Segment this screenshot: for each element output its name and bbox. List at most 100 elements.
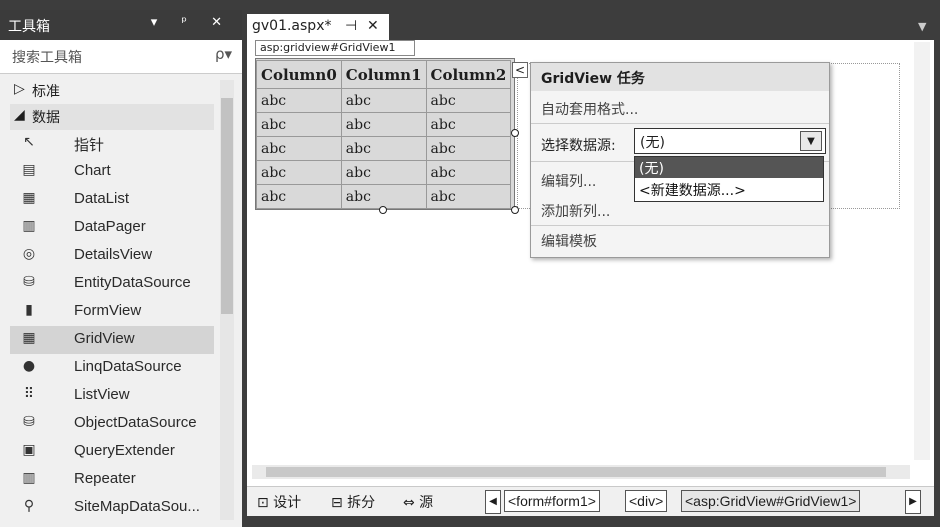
source-view-button[interactable]: ⇔ 源 (403, 492, 433, 512)
chevron-down-icon[interactable]: ▼ (800, 131, 822, 151)
toolbox-window-buttons[interactable]: ▾ ᵖ ✕ (151, 15, 232, 30)
edit-columns-link[interactable]: 编辑列... (541, 171, 596, 191)
column-header: Column0 (256, 60, 342, 89)
resize-handle-right[interactable] (511, 129, 519, 137)
table-cell: abc (340, 112, 427, 137)
table-row: abc abc abc (256, 160, 512, 185)
repeater-icon: ▥ (22, 470, 36, 486)
table-row: abc abc abc (256, 184, 512, 209)
toolbox-search-placeholder: 搜索工具箱 (12, 50, 82, 66)
formview-icon: ▮ (25, 302, 33, 318)
tab-label: gv01.aspx* (252, 18, 332, 34)
table-row: abc abc abc (256, 112, 512, 137)
listview-icon: ⠿ (23, 386, 35, 402)
choose-datasource-label: 选择数据源: (541, 138, 616, 154)
group-standard[interactable]: ▷ 标准 (10, 78, 214, 104)
table-cell: abc (256, 88, 342, 113)
datasource-selected-value: (无) (640, 135, 665, 151)
smart-tag-button[interactable]: < (512, 62, 528, 78)
column-header: Column2 (425, 60, 512, 89)
table-cell: abc (256, 136, 342, 161)
table-row: abc abc abc (256, 88, 512, 113)
toolbox-panel: 工具箱 ▾ ᵖ ✕ 搜索工具箱 ρ▾ ▷ 标准 ◢ 数据 ↖ 指针 ▤ Chart … (0, 10, 242, 527)
auto-format-link[interactable]: 自动套用格式... (541, 99, 638, 119)
toolbox-item-formview[interactable]: ▮ FormView (10, 298, 214, 326)
table-cell: abc (340, 136, 427, 161)
add-column-link[interactable]: 添加新列... (541, 201, 610, 221)
table-cell: abc (256, 184, 342, 209)
toolbox-item-label: DataPager (74, 218, 146, 235)
linq-icon: ● (22, 358, 36, 374)
search-icon[interactable]: ρ▾ (215, 45, 232, 63)
chart-icon: ▤ (22, 162, 36, 178)
toolbox-item-datapager[interactable]: ▥ DataPager (10, 214, 214, 242)
toolbox-item-chart[interactable]: ▤ Chart (10, 158, 214, 186)
toolbox-item-datalist[interactable]: ▦ DataList (10, 186, 214, 214)
toolbox-item-pointer[interactable]: ↖ 指针 (10, 130, 214, 158)
toolbox-item-label: Repeater (74, 470, 136, 487)
gridview-table[interactable]: Column0 Column1 Column2 abc abc abc abc … (256, 60, 512, 209)
tab-gv01-aspx[interactable]: gv01.aspx* ⊣ ✕ (247, 14, 389, 40)
close-icon[interactable]: ✕ (367, 18, 379, 34)
toolbox-item-queryextender[interactable]: ▣ QueryExtender (10, 438, 214, 466)
datasource-icon: ⛁ (23, 414, 35, 430)
control-tag-text: asp:gridview#GridView1 (260, 41, 396, 54)
group-data[interactable]: ◢ 数据 (10, 104, 214, 130)
toolbox-item-sitemapdatasource[interactable]: ⚲ SiteMapDataSou... (10, 494, 214, 522)
queryextender-icon: ▣ (22, 442, 36, 458)
resize-handle-bottom[interactable] (379, 206, 387, 214)
datasource-icon: ⛁ (23, 274, 35, 290)
tab-dropdown-icon[interactable]: ▼ (918, 20, 926, 33)
toolbox-item-repeater[interactable]: ▥ Repeater (10, 466, 214, 494)
detailsview-icon: ◎ (22, 246, 36, 262)
group-standard-label: 标准 (32, 84, 60, 100)
toolbox-item-label: GridView (74, 330, 135, 347)
left-arrow-icon[interactable]: ◀ (485, 490, 501, 514)
collapse-icon: ◢ (14, 107, 25, 123)
toolbox-search-input[interactable]: 搜索工具箱 ρ▾ (0, 40, 242, 74)
datasource-option-new[interactable]: <新建数据源...> (635, 179, 823, 200)
toolbox-item-label: LinqDataSource (74, 358, 182, 375)
toolbox-item-listview[interactable]: ⠿ ListView (10, 382, 214, 410)
column-header: Column1 (340, 60, 427, 89)
crumb-div[interactable]: <div> (625, 490, 668, 512)
divider (531, 225, 829, 226)
tasks-title: GridView 任务 (541, 71, 645, 87)
pin-icon[interactable]: ⊣ (345, 18, 357, 34)
edit-templates-link[interactable]: 编辑模板 (541, 231, 597, 251)
table-cell: abc (425, 160, 512, 185)
datasource-option-none[interactable]: (无) (635, 157, 823, 178)
sitemap-icon: ⚲ (23, 498, 35, 514)
crumb-form[interactable]: <form#form1> (504, 490, 600, 512)
table-cell: abc (425, 184, 512, 209)
toolbox-item-entitydatasource[interactable]: ⛁ EntityDataSource (10, 270, 214, 298)
gridview-icon: ▦ (22, 330, 36, 346)
toolbox-scroll-thumb[interactable] (221, 98, 233, 314)
toolbox-item-label: SiteMapDataSou... (74, 498, 200, 515)
toolbox-item-label: DataList (74, 190, 130, 207)
toolbox-item-detailsview[interactable]: ◎ DetailsView (10, 242, 214, 270)
toolbox-item-objectdatasource[interactable]: ⛁ ObjectDataSource (10, 410, 214, 438)
horizontal-scroll-thumb[interactable] (266, 467, 886, 477)
table-cell: abc (340, 88, 427, 113)
split-view-button[interactable]: ⊟ 拆分 (331, 492, 375, 512)
right-arrow-icon[interactable]: ▶ (905, 490, 921, 514)
control-tag-label: asp:gridview#GridView1 (255, 40, 415, 56)
toolbox-title-bar: 工具箱 ▾ ᵖ ✕ (0, 10, 242, 40)
toolbox-item-label: DetailsView (74, 246, 153, 263)
vertical-scrollbar[interactable] (914, 42, 930, 460)
toolbox-item-linqdatasource[interactable]: ● LinqDataSource (10, 354, 214, 382)
toolbox-item-label: ObjectDataSource (74, 414, 197, 431)
table-cell: abc (425, 112, 512, 137)
crumb-gridview[interactable]: <asp:GridView#GridView1> (681, 490, 861, 512)
toolbox-item-label: ListView (74, 386, 130, 403)
resize-handle-corner[interactable] (511, 206, 519, 214)
table-cell: abc (340, 184, 427, 209)
design-view-button[interactable]: ⊡ 设计 (257, 492, 301, 512)
table-cell: abc (425, 88, 512, 113)
view-bar: ⊡ 设计 ⊟ 拆分 ⇔ 源 ◀ <form#form1> <div> <asp:… (247, 486, 934, 516)
toolbox-item-gridview[interactable]: ▦ GridView (10, 326, 214, 354)
datasource-select[interactable]: (无) (634, 128, 826, 154)
toolbox-item-label: Chart (74, 162, 111, 179)
tasks-title-bar: GridView 任务 (531, 63, 829, 91)
